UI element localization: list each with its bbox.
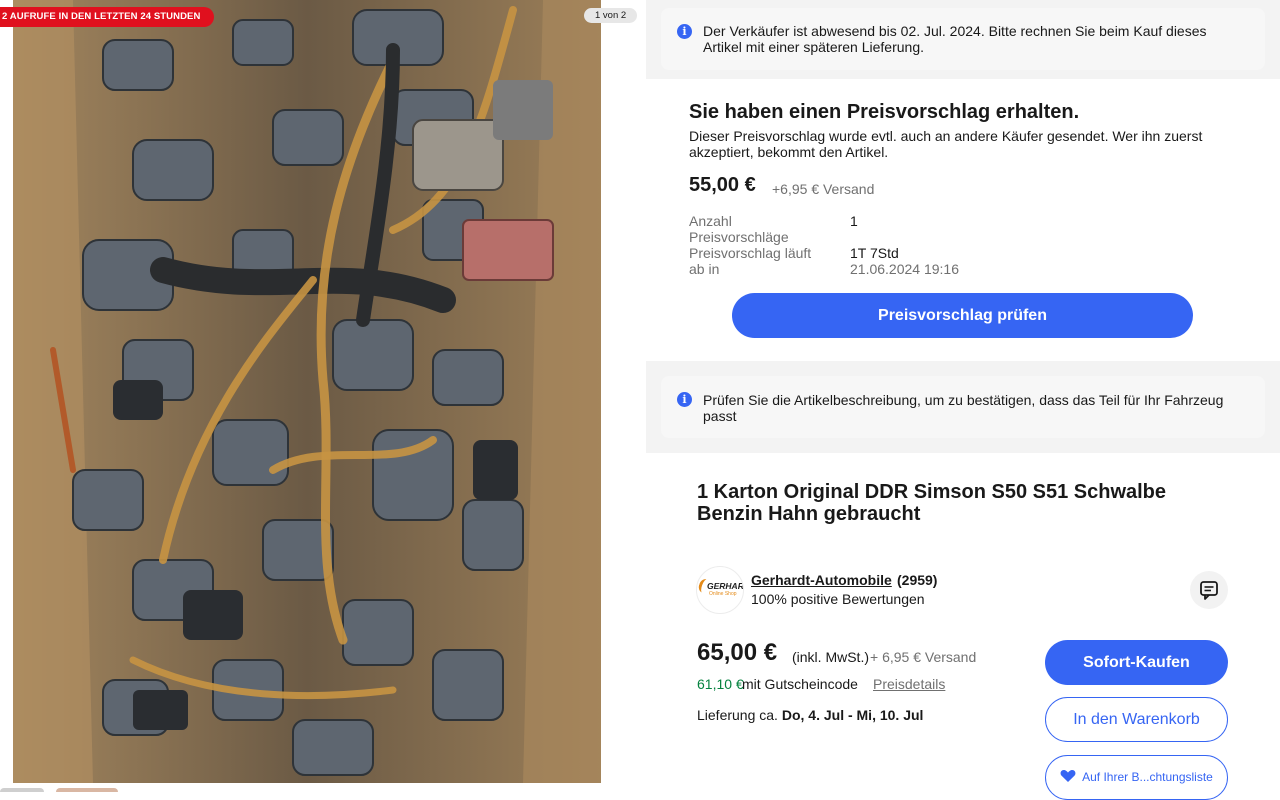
image-gallery: 2 AUFRUFE IN DEN LETZTEN 24 STUNDEN 1 vo… [0, 0, 646, 792]
offer-subtitle: Dieser Preisvorschlag wurde evtl. auch a… [689, 128, 1203, 160]
offer-expiry-label-line2: ab in [689, 261, 720, 277]
coupon-price: 61,10 € [697, 676, 744, 692]
offer-count-label: Anzahl Preisvorschläge [689, 213, 789, 245]
offer-expiry-date: 21.06.2024 19:16 [850, 261, 959, 277]
heart-icon [1060, 770, 1076, 782]
info-icon: i [677, 392, 692, 407]
contact-seller-button[interactable] [1190, 571, 1228, 609]
thumbnail-1[interactable] [0, 788, 44, 792]
thumbnail-strip [0, 786, 646, 792]
thumbnail-2[interactable] [56, 788, 118, 792]
info-icon: i [677, 24, 692, 39]
review-offer-button[interactable]: Preisvorschlag prüfen [732, 293, 1193, 338]
delivery-dates: Do, 4. Jul - Mi, 10. Jul [781, 707, 924, 723]
seller-logo[interactable]: GERHAR Online Shop [696, 566, 744, 614]
seller-rating-count: (2959) [897, 572, 938, 588]
product-photo[interactable] [13, 0, 601, 783]
item-shipping: + 6,95 € Versand [870, 649, 977, 665]
add-to-cart-button[interactable]: In den Warenkorb [1045, 697, 1228, 742]
offer-count-value: 1 [850, 213, 858, 229]
listing-card: 1 Karton Original DDR Simson S50 S51 Sch… [646, 453, 1280, 800]
seller-away-text: Der Verkäufer ist abwesend bis 02. Jul. … [703, 23, 1207, 55]
offer-shipping: +6,95 € Versand [772, 181, 875, 197]
seller-feedback: 100% positive Bewertungen [751, 591, 925, 607]
delivery-prefix: Lieferung ca. [697, 707, 778, 723]
delivery-estimate: Lieferung ca. Do, 4. Jul - Mi, 10. Jul [697, 707, 923, 723]
coupon-text: mit Gutscheincode [742, 676, 858, 692]
seller-name-link[interactable]: Gerhardt-Automobile [751, 572, 892, 588]
watchlist-label: Auf Ihrer B...chtungsliste [1082, 770, 1213, 784]
offer-expiry-remaining: 1T 7Std [850, 245, 899, 261]
offer-price: 55,00 € [689, 174, 756, 196]
fitment-text: Prüfen Sie die Artikelbeschreibung, um z… [703, 392, 1224, 424]
item-title: 1 Karton Original DDR Simson S50 S51 Sch… [697, 481, 1167, 525]
views-badge: 2 AUFRUFE IN DEN LETZTEN 24 STUNDEN [0, 7, 215, 27]
seller-logo-text: GERHAR [707, 581, 744, 591]
seller-away-notice: i Der Verkäufer ist abwesend bis 02. Jul… [661, 8, 1265, 70]
purchase-column: i Der Verkäufer ist abwesend bis 02. Jul… [646, 0, 1280, 800]
price-details-link[interactable]: Preisdetails [873, 676, 945, 692]
offer-expiry-label-line1: Preisvorschlag läuft [689, 245, 812, 261]
message-icon [1200, 581, 1218, 600]
seller-logo-subtext: Online Shop [709, 591, 737, 597]
offer-title: Sie haben einen Preisvorschlag erhalten. [689, 101, 1080, 123]
offer-expiry-value: 1T 7Std 21.06.2024 19:16 [850, 245, 959, 277]
offer-expiry-label: Preisvorschlag läuft ab in [689, 245, 829, 277]
item-price: 65,00 € [697, 639, 778, 666]
offer-card: Sie haben einen Preisvorschlag erhalten.… [646, 79, 1280, 361]
tax-note: (inkl. MwSt.) [792, 649, 869, 665]
image-counter: 1 von 2 [584, 8, 638, 23]
watchlist-button[interactable]: Auf Ihrer B...chtungsliste [1045, 755, 1228, 800]
fitment-notice: i Prüfen Sie die Artikelbeschreibung, um… [661, 376, 1265, 438]
buy-now-button[interactable]: Sofort-Kaufen [1045, 640, 1228, 685]
